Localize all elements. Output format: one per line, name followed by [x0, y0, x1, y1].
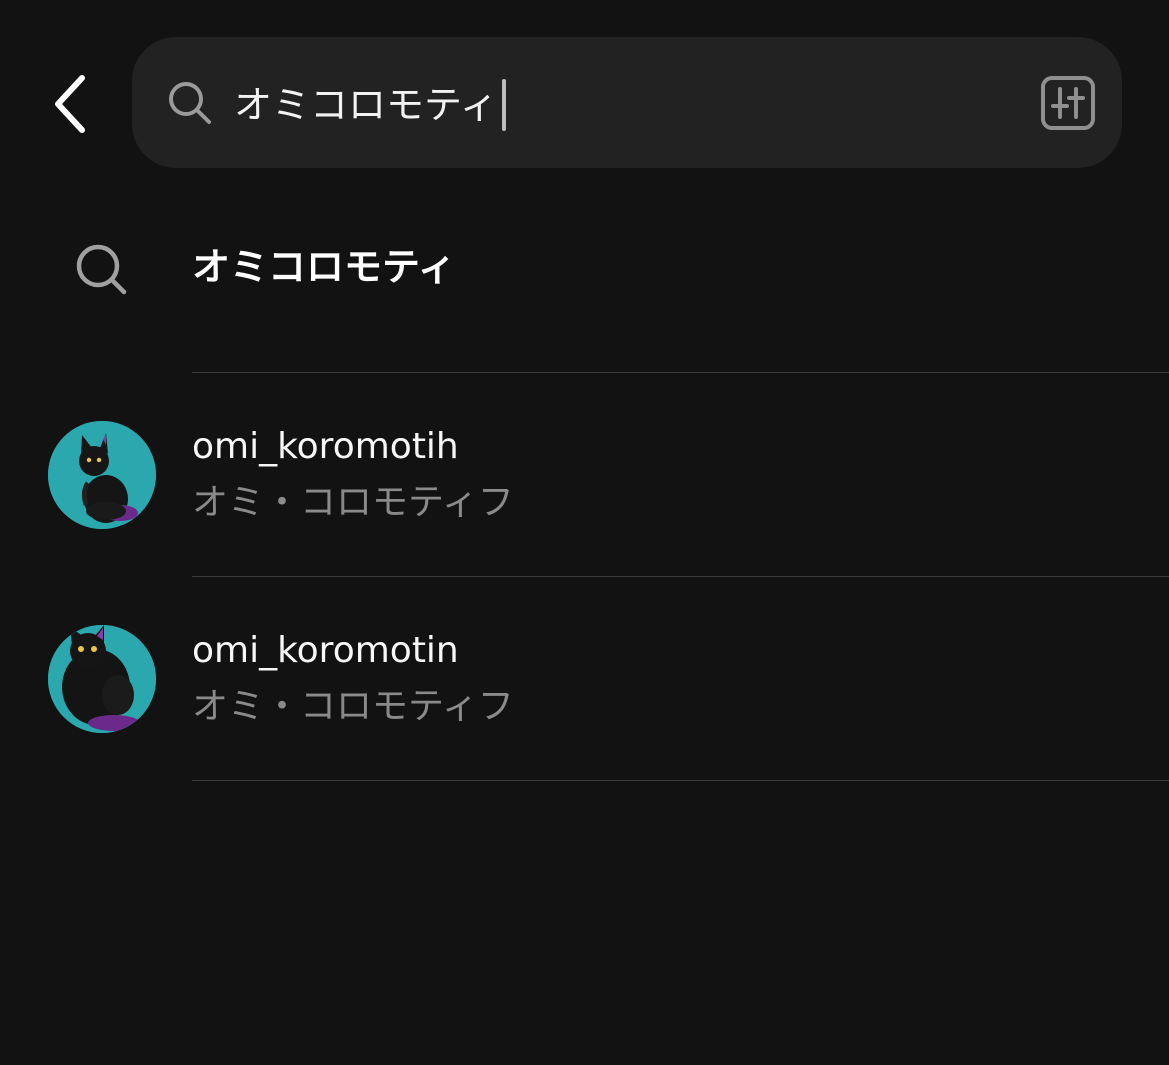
account-result-row[interactable]: omi_koromotin オミ・コロモティフ [0, 577, 1169, 781]
back-button[interactable] [40, 62, 100, 146]
chevron-left-icon [55, 75, 85, 133]
black-cat-avatar [48, 421, 156, 529]
account-result-row[interactable]: omi_koromotih オミ・コロモティフ [0, 373, 1169, 577]
search-icon [76, 244, 127, 295]
search-input-value: オミコロモティ [234, 83, 498, 127]
avatar[interactable] [48, 421, 156, 529]
full-name: オミ・コロモティフ [192, 686, 514, 727]
text-caret [501, 79, 506, 131]
suggestion-text: オミコロモティ [192, 245, 456, 289]
avatar[interactable] [48, 625, 156, 733]
divider [192, 780, 1169, 781]
black-cat-avatar [48, 625, 156, 733]
search-suggestion-row[interactable]: オミコロモティ [0, 190, 1169, 372]
search-bar[interactable]: オミコロモティ [132, 37, 1122, 168]
full-name: オミ・コロモティフ [192, 482, 514, 523]
username: omi_koromotih [192, 426, 459, 467]
search-icon [169, 82, 211, 124]
filter-sliders-icon[interactable] [1040, 75, 1096, 131]
search-input[interactable]: オミコロモティ [234, 79, 506, 131]
username: omi_koromotin [192, 630, 459, 671]
